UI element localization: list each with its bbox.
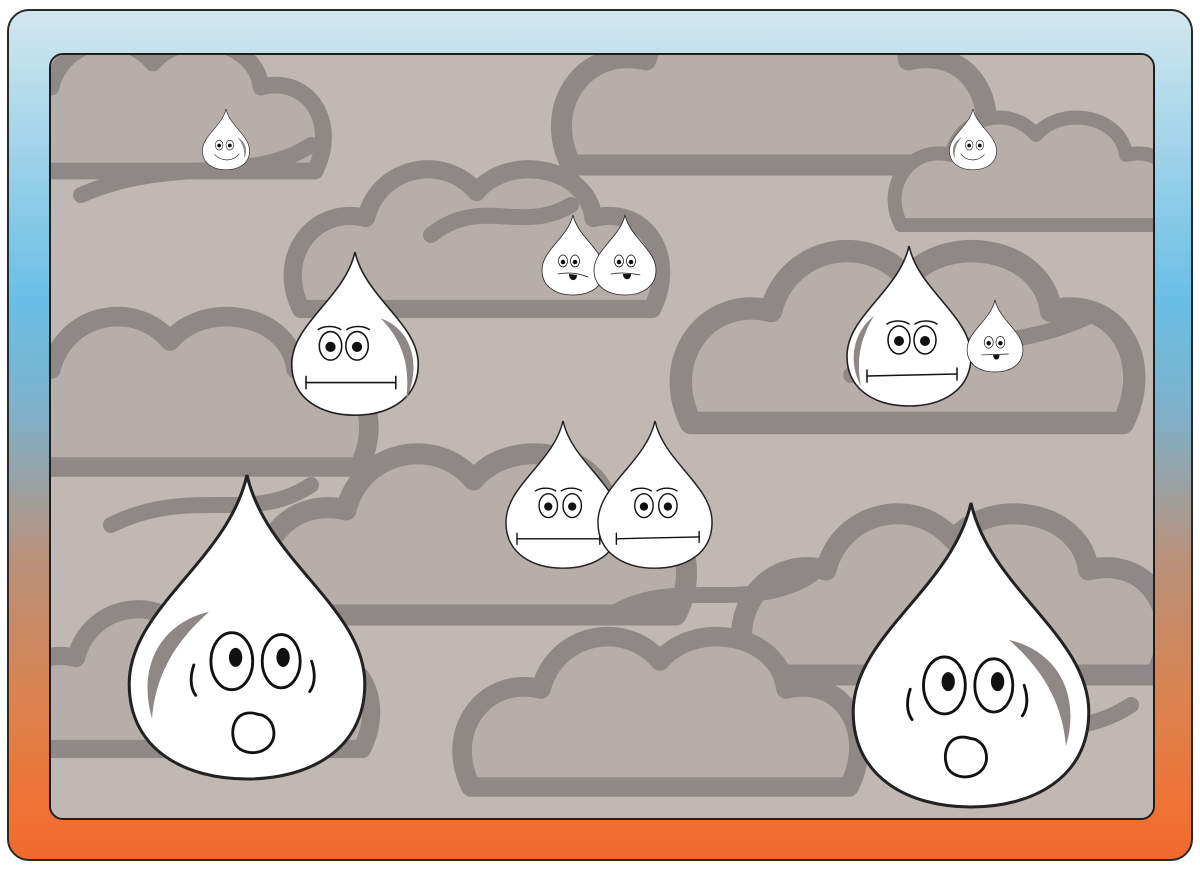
game-frame	[7, 9, 1193, 861]
cloud-scene	[51, 55, 1153, 818]
play-area	[49, 53, 1155, 820]
